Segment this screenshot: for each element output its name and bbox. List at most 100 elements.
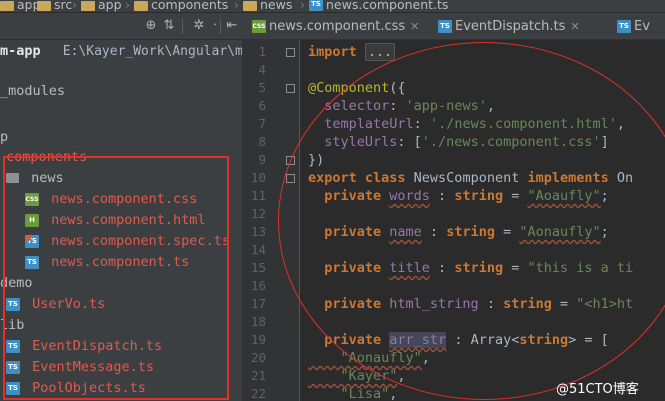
code-token: words <box>389 188 430 204</box>
line-number: 18 <box>250 314 266 329</box>
tab-news-component-css[interactable]: CSS news.component.css ✕ <box>246 13 425 39</box>
chevron-right-icon: › <box>234 0 239 12</box>
code-line: private words : string = "Aoaufly"; <box>308 187 609 205</box>
fold-toggle-icon[interactable] <box>286 156 295 165</box>
code-token: "Aonaufly" <box>519 224 601 240</box>
css-file-icon: CSS <box>252 20 266 33</box>
code-token: selector <box>308 98 390 114</box>
line-number: 4 <box>258 62 266 77</box>
code-token: ] <box>600 134 609 150</box>
line-number: 16 <box>250 278 266 293</box>
folder-icon <box>81 0 95 11</box>
code-token: './news.component.css' <box>421 134 601 150</box>
code-token: Array< <box>470 332 520 348</box>
line-number: 6 <box>258 98 266 113</box>
line-number: 8 <box>258 134 266 149</box>
line-number: 13 <box>250 224 266 239</box>
fold-toggle-icon[interactable] <box>286 48 295 57</box>
code-token: : <box>389 98 406 114</box>
code-token: : <box>446 332 471 348</box>
code-token: : [ <box>397 134 422 150</box>
gear-icon[interactable]: ✲ <box>192 19 206 33</box>
tree-item-app[interactable]: p <box>0 127 8 148</box>
chevron-right-icon: › <box>125 0 130 12</box>
breadcrumb-item-news[interactable]: › news <box>230 0 292 12</box>
code-token: import <box>308 44 365 60</box>
code-line: export class NewsComponent implements On <box>308 169 633 187</box>
code-token: On <box>616 170 634 186</box>
breadcrumb-label: news <box>260 0 293 12</box>
line-number: 19 <box>250 332 266 347</box>
code-token: "<h1>ht <box>576 296 634 312</box>
code-line: import ... <box>308 43 396 61</box>
close-icon[interactable]: ✕ <box>410 13 419 39</box>
project-root-name: m-app <box>0 43 41 59</box>
code-token: , <box>397 368 406 384</box>
folder-icon <box>243 0 257 11</box>
code-token: : <box>429 188 455 204</box>
tree-item-node-modules[interactable]: _modules <box>0 81 65 102</box>
tab-label: Ev <box>634 19 650 34</box>
code-token: "Aoaufly" <box>527 188 601 204</box>
collapse-all-icon[interactable]: ⇅ <box>162 19 176 33</box>
code-token: arr_str <box>389 332 447 348</box>
code-line: selector: 'app-news', <box>308 97 495 115</box>
code-token: = <box>503 260 528 276</box>
code-line: @Component({ <box>308 79 406 97</box>
close-icon[interactable]: ✕ <box>570 13 579 39</box>
breadcrumb-item-app-2[interactable]: › app <box>68 0 122 12</box>
tab-label: EventDispatch.ts <box>455 19 566 34</box>
code-line: private name : string = "Aonaufly"; <box>308 223 609 241</box>
project-root-path: E:\Kayer_Work\Angular\m <box>62 44 242 59</box>
code-line: "Aonaufly", <box>308 349 430 367</box>
code-token: templateUrl <box>308 116 414 132</box>
tree-label: p <box>0 129 9 145</box>
tab-eventmessage[interactable]: TS Ev <box>611 13 656 39</box>
project-panel: ⊕ ⇅ ✲ ⋅ ⇤ m-app E:\Kayer_Work\Angular\m … <box>0 13 242 401</box>
fold-toggle-icon[interactable] <box>286 174 295 183</box>
watermark-label: @51CTO博客 <box>556 382 639 397</box>
code-token: , <box>486 98 495 114</box>
tree-label: _modules <box>0 83 66 99</box>
code-token: string <box>519 332 569 348</box>
line-number: 17 <box>250 296 266 311</box>
code-token: ; <box>600 224 609 240</box>
breadcrumb-item-src[interactable]: › src <box>24 0 72 12</box>
code-token: string <box>503 296 552 312</box>
editor-tabs: CSS news.component.css ✕ TS EventDispatc… <box>242 13 665 40</box>
locate-target-icon[interactable]: ⊕ <box>144 19 158 33</box>
code-token: "this is a ti <box>527 260 634 276</box>
line-number: 21 <box>250 368 266 383</box>
code-editor[interactable]: import ... @Component({ selector: 'app-ne… <box>301 40 665 401</box>
breadcrumb-item-components[interactable]: › components <box>121 0 228 12</box>
hide-panel-icon[interactable]: ⇤ <box>225 19 239 33</box>
code-token: = <box>503 188 528 204</box>
project-root-row[interactable]: m-app E:\Kayer_Work\Angular\m <box>0 40 242 64</box>
breadcrumb-item-file[interactable]: › TS news.component.ts <box>296 0 448 12</box>
code-token: : <box>413 116 430 132</box>
code-token: ({ <box>389 80 406 96</box>
code-token: name <box>389 224 422 240</box>
code-token: string <box>446 224 495 240</box>
line-number: 7 <box>258 116 266 131</box>
line-number: 11 <box>250 188 266 203</box>
chevron-right-icon: › <box>28 0 33 12</box>
fold-toggle-icon[interactable] <box>286 84 295 93</box>
code-token: string <box>454 188 504 204</box>
code-token: @Component <box>308 80 390 96</box>
line-number: 14 <box>250 242 266 257</box>
code-token: private <box>308 260 390 276</box>
folder-icon <box>134 0 148 11</box>
code-token: './news.component.html' <box>429 116 617 132</box>
line-number-gutter: 1 4 5 6 7 8 9 10 11 12 13 14 15 16 17 18 19 20 21 22 <box>242 40 300 401</box>
tab-eventdispatch[interactable]: TS EventDispatch.ts ✕ <box>432 13 586 39</box>
breadcrumb-label: news.component.ts <box>326 0 449 12</box>
code-token: : <box>429 260 455 276</box>
line-number: 5 <box>258 80 266 95</box>
code-token: implements <box>527 170 617 186</box>
code-token: private <box>308 296 390 312</box>
breadcrumb: app › src › app › components › news › TS… <box>0 0 665 13</box>
line-number: 22 <box>250 386 266 401</box>
line-number: 9 <box>258 152 266 167</box>
tab-label: news.component.css <box>269 19 406 34</box>
